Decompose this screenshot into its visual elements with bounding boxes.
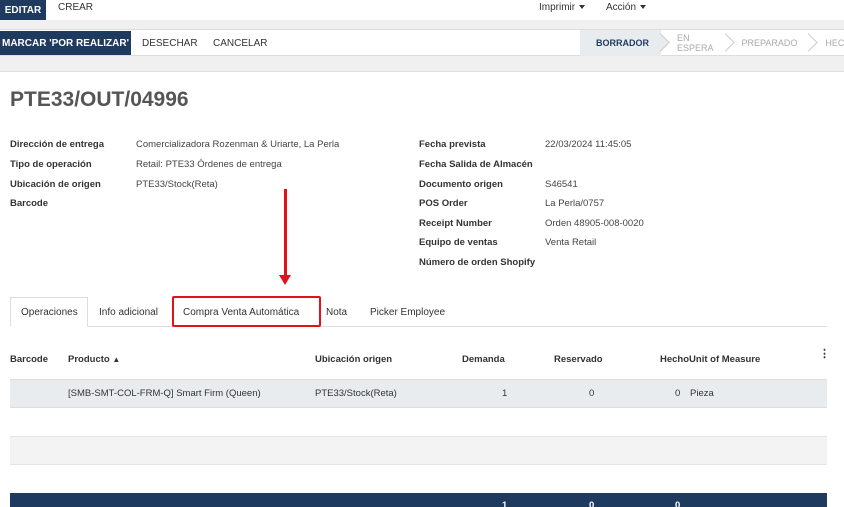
field-label-pos-order: POS Order bbox=[419, 198, 468, 209]
cancel-button[interactable]: CANCELAR bbox=[213, 31, 267, 55]
stage-label: HECHO bbox=[825, 38, 844, 48]
column-header-barcode[interactable]: Barcode bbox=[10, 354, 48, 365]
field-label-sales-team: Equipo de ventas bbox=[419, 237, 498, 248]
tab-picker-employee[interactable]: Picker Employee bbox=[360, 297, 455, 327]
field-sales-team[interactable]: Venta Retail bbox=[545, 237, 596, 248]
field-label-barcode: Barcode bbox=[10, 198, 49, 209]
notebook-tabs: Operaciones Info adicional Compra Venta … bbox=[10, 296, 827, 327]
tab-label: Operaciones bbox=[21, 306, 78, 318]
tab-operations[interactable]: Operaciones bbox=[10, 297, 88, 327]
control-panel-top: EDITAR CREAR Imprimir Acción bbox=[0, 0, 844, 20]
total-done: 0 bbox=[675, 500, 681, 507]
column-header-done-uom[interactable]: HechoUnit of Measure bbox=[660, 354, 760, 365]
stage-done[interactable]: HECHO bbox=[809, 30, 844, 56]
stage-waiting[interactable]: EN ESPERA bbox=[661, 30, 735, 56]
field-source-location[interactable]: PTE33/Stock(Reta) bbox=[136, 179, 218, 190]
cell-uom: Pieza bbox=[690, 388, 714, 399]
field-label-receipt-number: Receipt Number bbox=[419, 218, 492, 229]
column-header-demand[interactable]: Demanda bbox=[462, 354, 505, 365]
column-header-product[interactable]: Producto ▲ bbox=[68, 354, 120, 365]
cell-demand: 1 bbox=[502, 388, 508, 399]
total-demand: 1 bbox=[502, 500, 508, 507]
column-header-label: Producto bbox=[68, 354, 110, 365]
total-reserved: 0 bbox=[589, 500, 595, 507]
field-label-delivery-address: Dirección de entrega bbox=[10, 139, 104, 150]
print-label: Imprimir bbox=[539, 1, 576, 13]
field-label-operation-type: Tipo de operación bbox=[10, 159, 92, 170]
field-label-warehouse-exit-date: Fecha Salida de Almacén bbox=[419, 159, 533, 170]
page-title: PTE33/OUT/04996 bbox=[10, 88, 189, 111]
column-header-origin[interactable]: Ubicación origen bbox=[315, 354, 392, 365]
form-header: MARCAR 'POR REALIZAR' DESECHAR CANCELAR … bbox=[0, 29, 844, 56]
edit-button[interactable]: EDITAR bbox=[0, 0, 46, 20]
action-label: Acción bbox=[606, 1, 637, 13]
stage-ready[interactable]: PREPARADO bbox=[726, 30, 819, 56]
cell-done: 0 bbox=[675, 388, 681, 399]
field-source-document[interactable]: S46541 bbox=[545, 179, 578, 190]
create-button[interactable]: CREAR bbox=[58, 0, 93, 14]
field-scheduled-date[interactable]: 22/03/2024 11:45:05 bbox=[545, 139, 631, 150]
field-pos-order[interactable]: La Perla/0757 bbox=[545, 198, 604, 209]
stage-draft[interactable]: BORRADOR bbox=[580, 30, 670, 56]
sort-ascending-icon: ▲ bbox=[112, 355, 121, 364]
mark-todo-button[interactable]: MARCAR 'POR REALIZAR' bbox=[0, 31, 131, 55]
form-sheet: PTE33/OUT/04996 Dirección de entrega Com… bbox=[0, 71, 844, 507]
annotation-arrow-head-icon bbox=[279, 275, 291, 285]
tab-additional-info[interactable]: Info adicional bbox=[89, 297, 168, 327]
field-label-shopify-order: Número de orden Shopify bbox=[419, 257, 536, 268]
stage-label: PREPARADO bbox=[741, 38, 798, 48]
cell-reserved: 0 bbox=[589, 388, 595, 399]
annotation-arrow-line bbox=[284, 189, 287, 276]
field-receipt-number[interactable]: Orden 48905-008-0020 bbox=[545, 218, 644, 229]
chevron-down-icon bbox=[640, 5, 647, 9]
print-dropdown[interactable]: Imprimir bbox=[539, 1, 586, 13]
field-operation-type[interactable]: Retail: PTE33 Órdenes de entrega bbox=[136, 159, 282, 170]
cell-product: [SMB-SMT-COL-FRM-Q] Smart Firm (Queen) bbox=[68, 388, 261, 399]
annotation-highlight-box bbox=[172, 296, 321, 327]
empty-row bbox=[10, 436, 827, 465]
tab-note[interactable]: Nota bbox=[316, 297, 357, 327]
tab-label: Nota bbox=[326, 306, 348, 318]
field-label-scheduled-date: Fecha prevista bbox=[419, 139, 486, 150]
stage-label: EN ESPERA bbox=[677, 33, 714, 53]
column-header-reserved[interactable]: Reservado bbox=[554, 354, 603, 365]
chevron-down-icon bbox=[579, 5, 586, 9]
status-bar: BORRADOR EN ESPERA PREPARADO HECHO bbox=[580, 30, 844, 56]
field-label-source-document: Documento origen bbox=[419, 179, 503, 190]
cell-origin: PTE33/Stock(Reta) bbox=[315, 388, 397, 399]
discard-button[interactable]: DESECHAR bbox=[142, 31, 198, 55]
tab-label: Picker Employee bbox=[370, 306, 446, 318]
table-footer bbox=[10, 493, 827, 507]
tab-label: Info adicional bbox=[99, 306, 158, 318]
stage-label: BORRADOR bbox=[596, 38, 649, 48]
column-options-icon[interactable]: ⋮ bbox=[819, 347, 830, 360]
field-delivery-address[interactable]: Comercializadora Rozenman & Uriarte, La … bbox=[136, 139, 339, 150]
field-label-source-location: Ubicación de origen bbox=[10, 179, 101, 190]
action-dropdown[interactable]: Acción bbox=[606, 1, 647, 13]
